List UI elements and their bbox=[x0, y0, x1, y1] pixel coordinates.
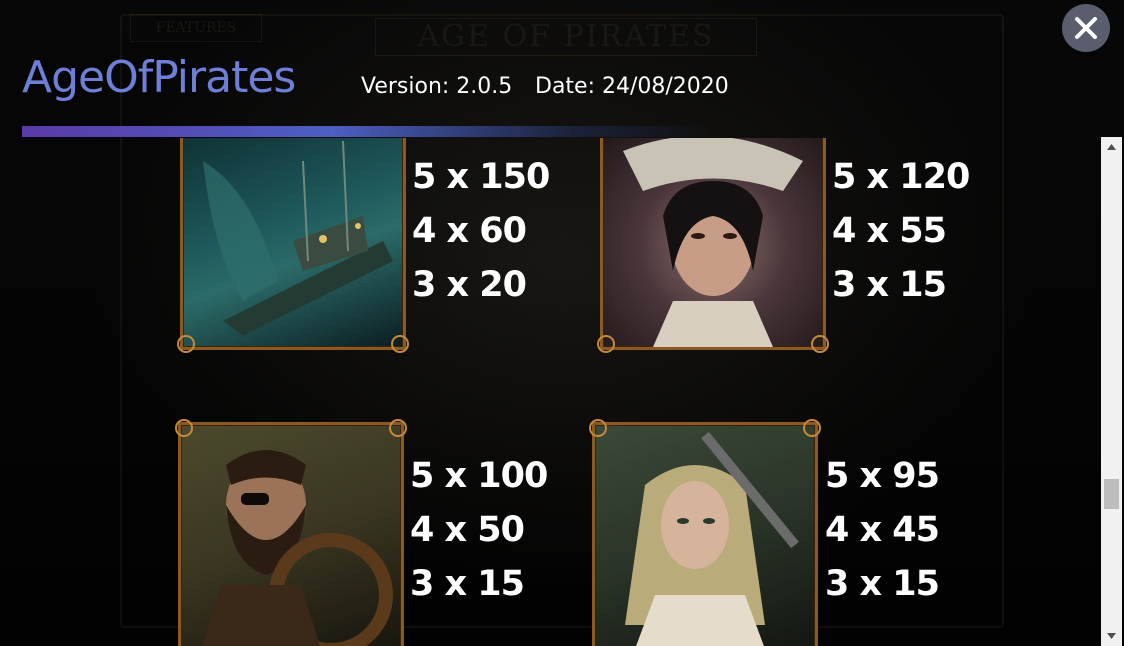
payout-4: 4 x 60 bbox=[412, 211, 527, 251]
symbol-female-captain-payouts: 5 x 120 4 x 55 3 x 15 bbox=[832, 150, 970, 312]
frame-corner-ornament bbox=[175, 419, 193, 437]
header-divider bbox=[22, 126, 712, 137]
vertical-scrollbar[interactable] bbox=[1101, 137, 1122, 646]
payout-3: 3 x 15 bbox=[825, 564, 940, 604]
frame-corner-ornament bbox=[389, 419, 407, 437]
symbol-ship-image bbox=[177, 138, 409, 353]
payout-5: 5 x 100 bbox=[410, 456, 548, 496]
payout-3: 3 x 20 bbox=[412, 265, 527, 305]
date-label: Date: 24/08/2020 bbox=[535, 74, 729, 99]
arrow-down-icon bbox=[1107, 633, 1116, 639]
scroll-thumb[interactable] bbox=[1104, 479, 1119, 509]
frame-corner-ornament bbox=[811, 335, 829, 353]
payout-5: 5 x 95 bbox=[825, 456, 940, 496]
symbol-ship-payouts: 5 x 150 4 x 60 3 x 20 bbox=[412, 150, 550, 312]
frame-corner-ornament bbox=[803, 419, 821, 437]
payout-3: 3 x 15 bbox=[410, 564, 525, 604]
frame-corner-ornament bbox=[589, 419, 607, 437]
close-icon bbox=[1075, 17, 1097, 39]
payout-4: 4 x 45 bbox=[825, 510, 940, 550]
symbol-blonde-pirate-image bbox=[589, 419, 821, 646]
symbol-blonde-pirate-payouts: 5 x 95 4 x 45 3 x 15 bbox=[825, 449, 940, 611]
bearded-pirate-illustration bbox=[201, 450, 393, 646]
symbol-female-captain-image bbox=[597, 138, 829, 353]
frame-corner-ornament bbox=[391, 335, 409, 353]
symbol-bearded-pirate-image bbox=[175, 419, 407, 646]
symbol-bearded-pirate-payouts: 5 x 100 4 x 50 3 x 15 bbox=[410, 449, 548, 611]
payout-3: 3 x 15 bbox=[832, 265, 947, 305]
scroll-up-button[interactable] bbox=[1101, 137, 1122, 157]
version-label: Version: 2.0.5 bbox=[361, 74, 513, 99]
payout-4: 4 x 55 bbox=[832, 211, 947, 251]
background-features-label: FEATURES bbox=[130, 14, 262, 42]
blonde-pirate-illustration bbox=[625, 431, 799, 646]
app-title: AgeOfPirates bbox=[22, 52, 296, 103]
payout-5: 5 x 150 bbox=[412, 157, 550, 197]
female-captain-illustration bbox=[623, 138, 803, 347]
arrow-up-icon bbox=[1107, 144, 1116, 150]
frame-corner-ornament bbox=[177, 335, 195, 353]
close-button[interactable] bbox=[1062, 4, 1110, 52]
scroll-down-button[interactable] bbox=[1101, 626, 1122, 646]
ship-illustration bbox=[203, 140, 393, 336]
background-game-title: AGE OF PIRATES bbox=[375, 18, 757, 56]
payout-4: 4 x 50 bbox=[410, 510, 525, 550]
paytable-content[interactable]: 5 x 150 4 x 60 3 x 20 5 x 120 4 x 55 3 x… bbox=[0, 138, 1100, 646]
payout-5: 5 x 120 bbox=[832, 157, 970, 197]
frame-corner-ornament bbox=[597, 335, 615, 353]
